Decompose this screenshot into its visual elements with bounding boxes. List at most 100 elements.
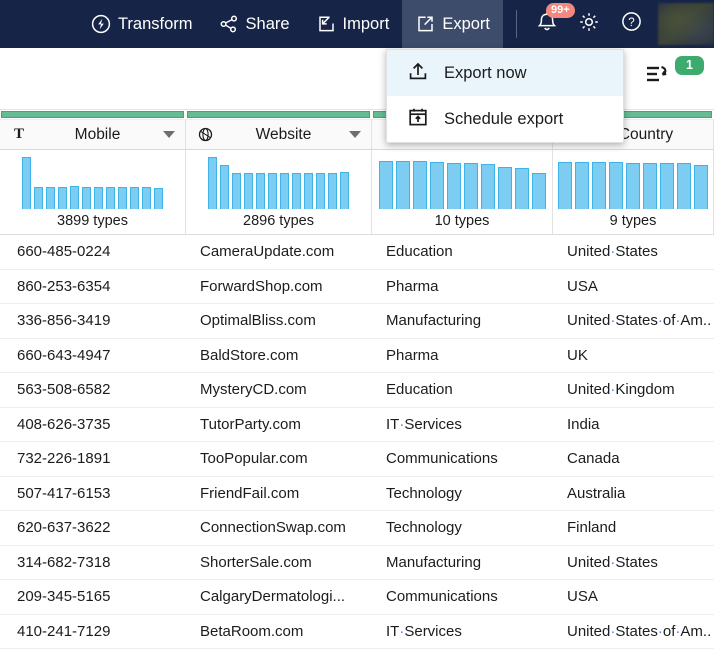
column-histogram[interactable]: 9 types xyxy=(553,150,714,235)
url-type-icon[interactable] xyxy=(192,127,218,142)
cell-website[interactable]: MysteryCD.com xyxy=(186,373,372,407)
column-histogram[interactable]: 10 types xyxy=(372,150,553,235)
column-histogram[interactable]: 3899 types xyxy=(0,150,186,235)
table-row[interactable]: 660-485-0224CameraUpdate.comEducationUni… xyxy=(0,235,714,270)
cell-country[interactable]: Canada xyxy=(553,442,714,476)
avatar[interactable] xyxy=(658,3,714,45)
cell-website[interactable]: OptimalBliss.com xyxy=(186,304,372,338)
chevron-down-icon[interactable] xyxy=(163,131,175,138)
notifications-button[interactable]: 99+ xyxy=(526,0,568,48)
text-type-icon[interactable]: T xyxy=(6,126,32,143)
cell-mobile[interactable]: 620-637-3622 xyxy=(0,511,186,545)
cell-mobile[interactable]: 660-485-0224 xyxy=(0,235,186,269)
cell-mobile[interactable]: 732-226-1891 xyxy=(0,442,186,476)
table-row[interactable]: 410-241-7129BetaRoom.comIT·ServicesUnite… xyxy=(0,615,714,650)
cell-industry[interactable]: Communications xyxy=(372,442,553,476)
cell-country[interactable]: USA xyxy=(553,270,714,304)
cell-industry[interactable]: Communications xyxy=(372,580,553,614)
table-row[interactable]: 860-253-6354ForwardShop.comPharmaUSA xyxy=(0,270,714,305)
cell-industry[interactable]: Education xyxy=(372,373,553,407)
help-button[interactable]: ? xyxy=(610,0,652,48)
cell-industry[interactable]: IT·Services xyxy=(372,615,553,649)
chevron-down-icon[interactable] xyxy=(349,131,361,138)
cell-mobile[interactable]: 408-626-3735 xyxy=(0,408,186,442)
cell-mobile[interactable]: 660-643-4947 xyxy=(0,339,186,373)
cell-website[interactable]: ConnectionSwap.com xyxy=(186,511,372,545)
upload-box-icon xyxy=(407,60,429,87)
notification-badge: 99+ xyxy=(546,3,575,18)
cell-website[interactable]: ForwardShop.com xyxy=(186,270,372,304)
nav-label-import: Import xyxy=(343,15,390,34)
cell-website[interactable]: CameraUpdate.com xyxy=(186,235,372,269)
navbar-divider xyxy=(516,10,517,38)
cell-mobile[interactable]: 563-508-6582 xyxy=(0,373,186,407)
cell-mobile[interactable]: 860-253-6354 xyxy=(0,270,186,304)
column-header-mobile[interactable]: TMobile xyxy=(0,120,186,149)
cell-website[interactable]: BetaRoom.com xyxy=(186,615,372,649)
cell-website[interactable]: TutorParty.com xyxy=(186,408,372,442)
cell-country[interactable]: Finland xyxy=(553,511,714,545)
column-header-label: Website xyxy=(218,126,349,144)
table-row[interactable]: 209-345-5165CalgaryDermatologi...Communi… xyxy=(0,580,714,615)
cell-industry[interactable]: Pharma xyxy=(372,270,553,304)
cell-country[interactable]: United·States xyxy=(553,546,714,580)
cell-country[interactable]: United·States·of·Am.. xyxy=(553,615,714,649)
data-grid: TMobileWebsiteTCountry 3899 types2896 ty… xyxy=(0,110,714,649)
cell-mobile[interactable]: 314-682-7318 xyxy=(0,546,186,580)
cell-industry[interactable]: Manufacturing xyxy=(372,304,553,338)
cell-industry[interactable]: Technology xyxy=(372,477,553,511)
sort-rows-icon[interactable] xyxy=(645,62,671,91)
table-row[interactable]: 660-643-4947BaldStore.comPharmaUK xyxy=(0,339,714,374)
nav-item-import[interactable]: Import xyxy=(303,0,403,48)
cell-country[interactable]: United·States·of·Am.. xyxy=(553,304,714,338)
nav-item-transform[interactable]: Transform xyxy=(78,0,206,48)
histogram-bar xyxy=(328,173,337,209)
cell-website[interactable]: BaldStore.com xyxy=(186,339,372,373)
cell-mobile[interactable]: 209-345-5165 xyxy=(0,580,186,614)
cell-website[interactable]: TooPopular.com xyxy=(186,442,372,476)
cell-mobile[interactable]: 410-241-7129 xyxy=(0,615,186,649)
table-row[interactable]: 732-226-1891TooPopular.comCommunications… xyxy=(0,442,714,477)
menu-item-schedule-export[interactable]: Schedule export xyxy=(387,96,623,142)
cell-mobile[interactable]: 507-417-6153 xyxy=(0,477,186,511)
histogram-type-count: 10 types xyxy=(435,213,490,229)
cell-industry[interactable]: Manufacturing xyxy=(372,546,553,580)
table-row[interactable]: 408-626-3735TutorParty.comIT·ServicesInd… xyxy=(0,408,714,443)
nav-item-export[interactable]: Export xyxy=(402,0,503,48)
svg-text:?: ? xyxy=(628,17,634,29)
navbar-right-actions: 99+ ? xyxy=(526,0,714,48)
menu-item-export-now[interactable]: Export now xyxy=(387,50,623,96)
nav-item-share[interactable]: Share xyxy=(206,0,303,48)
table-row[interactable]: 563-508-6582MysteryCD.comEducationUnited… xyxy=(0,373,714,408)
table-row[interactable]: 336-856-3419OptimalBliss.comManufacturin… xyxy=(0,304,714,339)
histogram-bars xyxy=(208,154,349,209)
cell-country[interactable]: United·Kingdom xyxy=(553,373,714,407)
cell-country[interactable]: United·States xyxy=(553,235,714,269)
histogram-bar xyxy=(34,187,43,209)
quality-bar-fill xyxy=(1,111,184,118)
histogram-bar xyxy=(70,186,79,209)
cell-website[interactable]: ShorterSale.com xyxy=(186,546,372,580)
cell-country[interactable]: India xyxy=(553,408,714,442)
histogram-bar xyxy=(575,162,589,209)
table-row[interactable]: 507-417-6153FriendFail.comTechnologyAust… xyxy=(0,477,714,512)
cell-industry[interactable]: Technology xyxy=(372,511,553,545)
cell-country[interactable]: Australia xyxy=(553,477,714,511)
cell-country[interactable]: USA xyxy=(553,580,714,614)
cell-mobile[interactable]: 336-856-3419 xyxy=(0,304,186,338)
histogram-bars xyxy=(22,154,163,209)
cell-country[interactable]: UK xyxy=(553,339,714,373)
cell-website[interactable]: CalgaryDermatologi... xyxy=(186,580,372,614)
histogram-bar xyxy=(413,161,427,209)
cell-industry[interactable]: IT·Services xyxy=(372,408,553,442)
cell-industry[interactable]: Education xyxy=(372,235,553,269)
histogram-bar xyxy=(481,164,495,209)
space-dot: · xyxy=(610,312,615,329)
column-histogram[interactable]: 2896 types xyxy=(186,150,372,235)
table-row[interactable]: 620-637-3622ConnectionSwap.comTechnology… xyxy=(0,511,714,546)
cell-industry[interactable]: Pharma xyxy=(372,339,553,373)
column-header-website[interactable]: Website xyxy=(186,120,372,149)
table-row[interactable]: 314-682-7318ShorterSale.comManufacturing… xyxy=(0,546,714,581)
histogram-bar xyxy=(430,162,444,209)
cell-website[interactable]: FriendFail.com xyxy=(186,477,372,511)
